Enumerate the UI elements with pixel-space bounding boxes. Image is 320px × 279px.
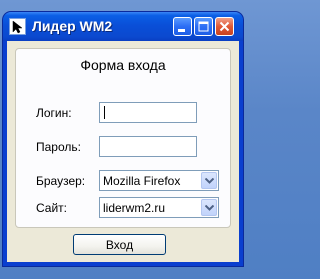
browser-select[interactable]: Mozilla Firefox	[99, 170, 219, 191]
minimize-icon	[178, 29, 185, 32]
form-title: Форма входа	[80, 57, 166, 73]
close-button[interactable]	[215, 17, 234, 36]
login-label: Логин:	[36, 106, 72, 120]
chevron-down-icon	[205, 178, 214, 184]
site-select[interactable]: liderwm2.ru	[99, 197, 219, 218]
maximize-icon	[198, 21, 209, 32]
password-label: Пароль:	[36, 140, 81, 154]
title-bar[interactable]: Лидер WM2	[3, 12, 243, 41]
site-label: Сайт:	[36, 201, 68, 215]
app-window: Лидер WM2 Форма входа Логин: Пароль: Бра…	[3, 12, 243, 266]
maximize-button[interactable]	[194, 17, 213, 36]
login-form-panel: Форма входа Логин: Пароль: Браузер: Mozi…	[15, 48, 231, 228]
minimize-button[interactable]	[173, 17, 192, 36]
chevron-down-icon	[205, 205, 214, 211]
cursor-arrow-icon	[9, 18, 26, 35]
window-title: Лидер WM2	[32, 18, 113, 34]
login-input[interactable]	[99, 102, 197, 123]
login-button[interactable]: Вход	[73, 234, 166, 255]
site-dropdown-button[interactable]	[201, 199, 217, 216]
browser-dropdown-button[interactable]	[201, 172, 217, 189]
password-input[interactable]	[99, 136, 197, 157]
browser-select-value: Mozilla Firefox	[103, 174, 181, 188]
site-select-value: liderwm2.ru	[103, 201, 166, 215]
text-caret	[104, 106, 105, 119]
window-client-area: Форма входа Логин: Пароль: Браузер: Mozi…	[7, 41, 239, 262]
close-icon	[219, 21, 230, 32]
browser-label: Браузер:	[36, 174, 86, 188]
